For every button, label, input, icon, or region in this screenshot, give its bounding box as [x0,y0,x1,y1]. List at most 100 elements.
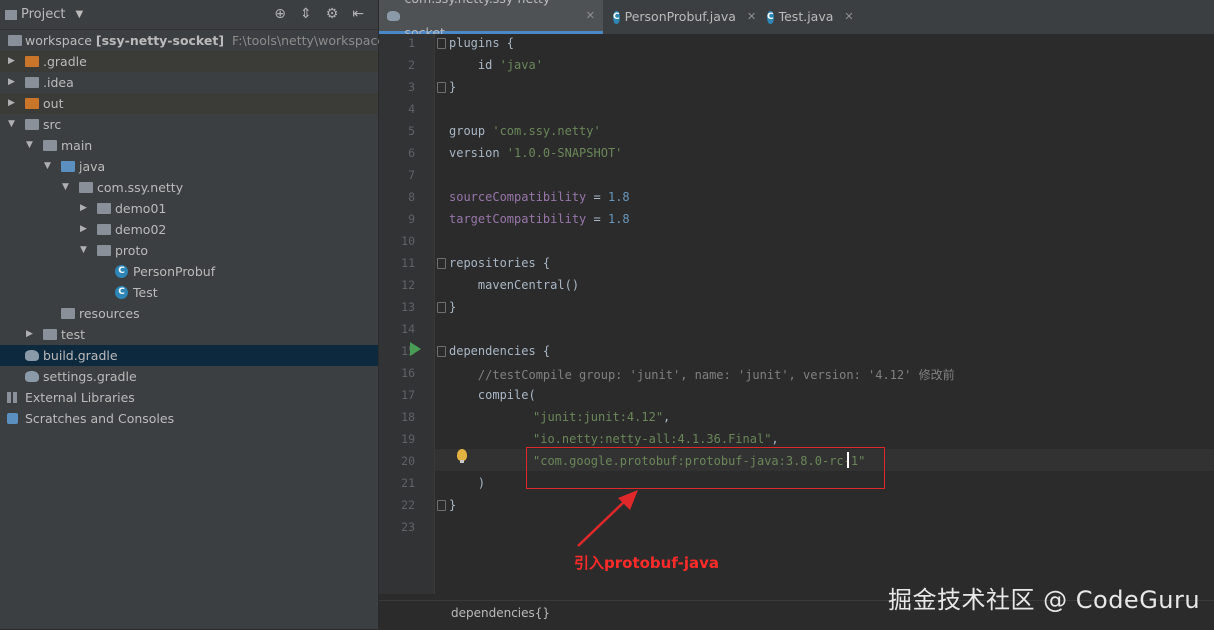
tree-item-personprobuf[interactable]: C PersonProbuf [0,261,378,282]
tab-build-gradle[interactable]: com.ssy.netty.ssy-netty-socket ✕ [379,0,603,40]
line-number: 3 [408,80,415,94]
tree-item-package[interactable]: ▼ com.ssy.netty [0,177,378,198]
resources-folder-icon [61,308,75,319]
tree-item-java[interactable]: ▼ java [0,156,378,177]
chevron-right-icon[interactable]: ▶ [8,51,18,72]
code-line-9: targetCompatibility = 1.8 [449,212,630,226]
tab-label: PersonProbuf.java [624,9,736,24]
java-class-icon: C [767,10,774,24]
folder-icon [25,98,39,109]
chevron-down-icon[interactable]: ▼ [8,114,18,135]
fold-marker-icon[interactable] [437,302,446,313]
chevron-right-icon[interactable]: ▶ [80,219,90,240]
package-icon [97,245,111,256]
tree-item-out[interactable]: ▶ out [0,93,378,114]
tree-item-src[interactable]: ▼ src [0,114,378,135]
project-panel: Project ▼ ⊕ ⇕ ⚙ ⇤ workspace [ssy-netty-s… [0,0,385,629]
java-class-icon: C [613,10,620,24]
line-number: 22 [401,498,415,512]
tree-item-resources[interactable]: resources [0,303,378,324]
code-line-13: } [449,300,457,314]
tree-item-test-class[interactable]: C Test [0,282,378,303]
tree-item-label: proto [115,243,148,258]
breadcrumb-item[interactable]: dependencies{} [451,606,550,620]
code-line-5: group 'com.ssy.netty' [449,124,601,138]
fold-marker-icon[interactable] [437,258,446,269]
tree-item-scratches[interactable]: Scratches and Consoles [0,408,378,429]
code-line-2: id 'java' [477,58,543,72]
tab-test[interactable]: C Test.java ✕ [759,0,859,34]
tree-item-build-gradle[interactable]: build.gradle [0,345,378,366]
code-editor[interactable]: plugins { id 'java' } group 'com.ssy.net… [435,34,1214,594]
line-number: 10 [401,234,415,248]
module-path: F:\tools\netty\workspace [232,33,386,48]
source-folder-icon [61,161,75,172]
tree-item-proto[interactable]: ▼ proto [0,240,378,261]
lightbulb-icon[interactable] [457,449,467,463]
close-icon[interactable]: ✕ [586,0,595,33]
fold-marker-icon[interactable] [437,500,446,511]
tree-item-label: java [79,159,106,174]
line-number: 12 [401,278,415,292]
project-view-selector[interactable]: Project ▼ [5,7,83,22]
gradle-icon [387,10,400,21]
tree-item-label: workspace [25,33,92,48]
gear-icon[interactable]: ⚙ [326,6,339,22]
tree-item-test-dir[interactable]: ▶ test [0,324,378,345]
package-icon [79,182,93,193]
tree-item-workspace[interactable]: workspace [ssy-netty-socket] F:\tools\ne… [0,30,385,51]
chevron-down-icon[interactable]: ▼ [26,135,36,156]
line-number: 20 [401,454,415,468]
line-number: 21 [401,476,415,490]
folder-icon [25,77,39,88]
close-icon[interactable]: ✕ [747,0,756,34]
line-number: 14 [401,322,415,336]
tree-item-label: Test [133,285,158,300]
collapse-all-icon[interactable]: ⇕ [300,6,312,22]
code-line-21: ) [449,476,486,490]
line-number: 4 [408,102,415,116]
chevron-right-icon[interactable]: ▶ [80,198,90,219]
line-number: 17 [401,388,415,402]
code-line-18: "junit:junit:4.12", [533,410,671,424]
chevron-down-icon: ▼ [75,9,84,20]
tree-item-external-libraries[interactable]: External Libraries [0,387,378,408]
tree-item-main[interactable]: ▼ main [0,135,378,156]
line-number: 6 [408,146,415,160]
tree-item-idea[interactable]: ▶ .idea [0,72,378,93]
tree-item-gradle-dir[interactable]: ▶ .gradle [0,51,378,72]
run-icon[interactable] [410,342,421,356]
chevron-right-icon[interactable]: ▶ [8,72,18,93]
chevron-down-icon[interactable]: ▼ [44,156,54,177]
fold-marker-icon[interactable] [437,346,446,357]
fold-marker-icon[interactable] [437,38,446,49]
chevron-down-icon[interactable]: ▼ [80,240,90,261]
tree-item-label: com.ssy.netty [97,180,184,195]
tree-item-settings-gradle[interactable]: settings.gradle [0,366,378,387]
java-class-icon: C [115,286,128,299]
code-line-22: } [449,498,457,512]
project-panel-header: Project ▼ ⊕ ⇕ ⚙ ⇤ [0,0,378,30]
tree-item-label: .gradle [43,54,87,69]
chevron-right-icon[interactable]: ▶ [8,93,18,114]
tree-item-demo02[interactable]: ▶ demo02 [0,219,378,240]
java-class-icon: C [115,265,128,278]
tab-personprobuf[interactable]: C PersonProbuf.java ✕ [605,0,757,34]
project-view-label: Project [21,7,66,22]
line-number: 18 [401,410,415,424]
tree-item-demo01[interactable]: ▶ demo01 [0,198,378,219]
hide-icon[interactable]: ⇤ [352,6,364,22]
locate-icon[interactable]: ⊕ [274,6,286,22]
close-icon[interactable]: ✕ [844,0,853,34]
tree-item-label: resources [79,306,140,321]
gradle-icon [25,350,39,361]
code-line-15: dependencies { [449,344,551,358]
code-line-6: version '1.0.0-SNAPSHOT' [449,146,623,160]
annotation-arrow [577,490,638,547]
tree-item-label: out [43,96,64,111]
gradle-icon [25,371,39,382]
fold-marker-icon[interactable] [437,82,446,93]
chevron-down-icon[interactable]: ▼ [62,177,72,198]
chevron-right-icon[interactable]: ▶ [26,324,36,345]
editor-tabs: com.ssy.netty.ssy-netty-socket ✕ C Perso… [379,0,1214,40]
